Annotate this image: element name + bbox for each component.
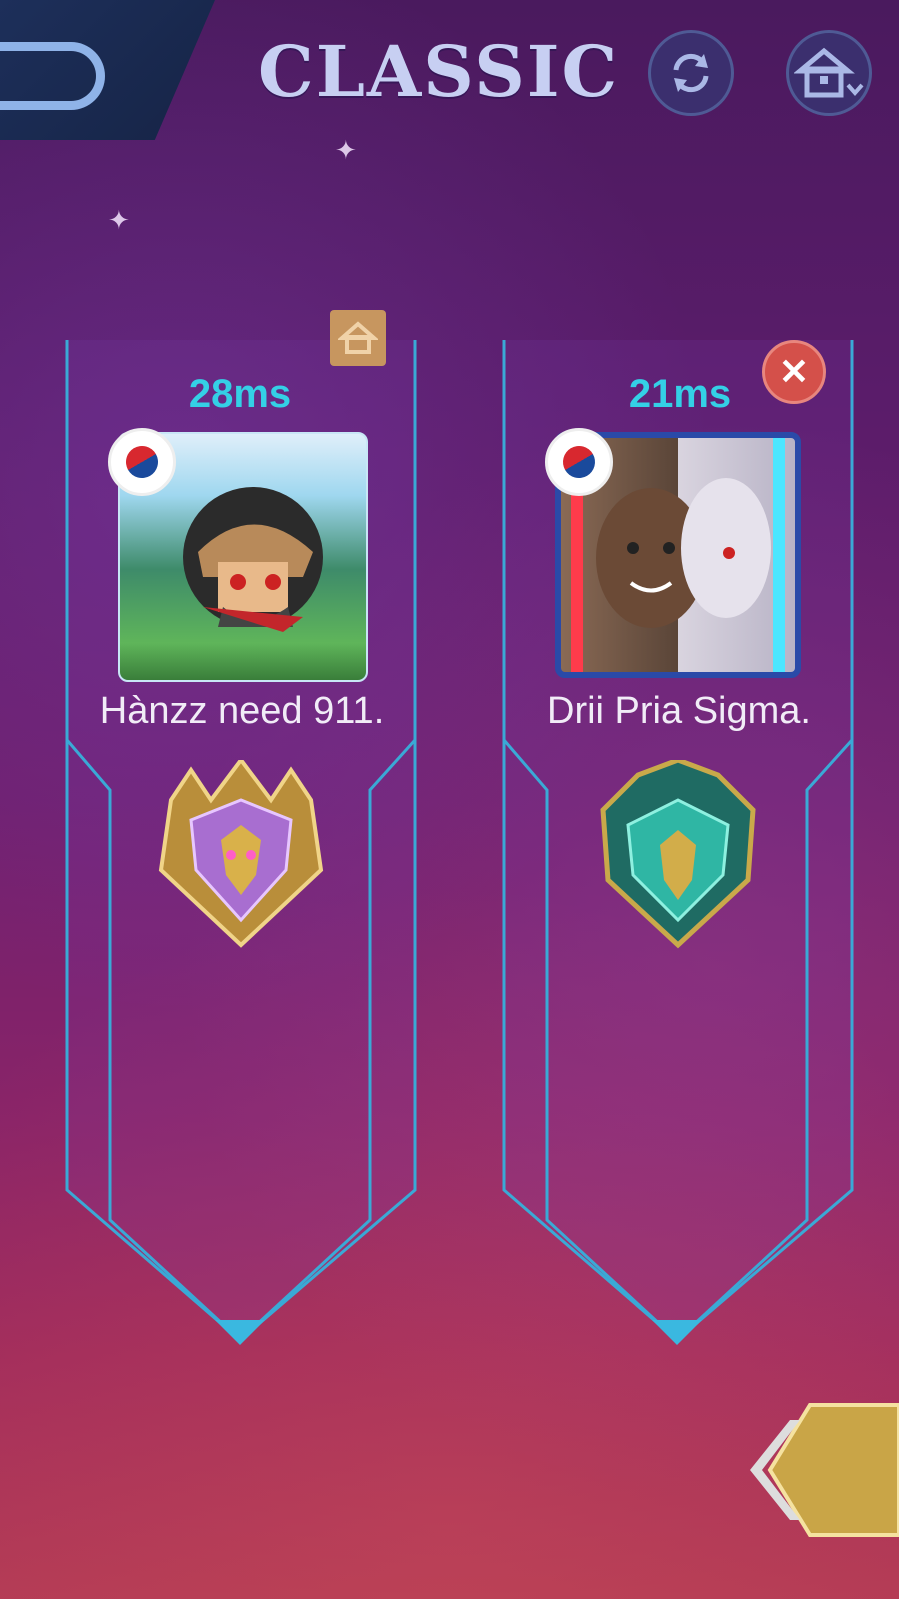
avatar-character-image [183, 487, 323, 632]
south-korea-flag-icon [108, 428, 176, 496]
close-icon: ✕ [778, 351, 810, 392]
back-arrow-icon [0, 42, 105, 110]
start-button[interactable] [750, 1395, 899, 1545]
sparkle-decoration: ✦ [108, 205, 130, 235]
player-name: Hànzz need 911. [99, 690, 385, 732]
ping-label: 28ms [188, 372, 292, 416]
mythical-honor-rank-emblem [600, 760, 756, 949]
page-title: CLASSIC [258, 30, 620, 113]
home-button[interactable] [786, 30, 872, 116]
host-icon [330, 310, 386, 366]
home-icon [794, 47, 864, 98]
player-name: Drii Pria Sigma. [547, 690, 811, 732]
chevron-down-icon [846, 83, 864, 97]
mythic-rank-emblem [158, 760, 324, 948]
refresh-icon [673, 53, 709, 93]
refresh-button[interactable] [648, 30, 734, 116]
sparkle-decoration: ✦ [335, 135, 357, 165]
south-korea-flag-icon [545, 428, 613, 496]
ping-label: 21ms [628, 372, 732, 416]
